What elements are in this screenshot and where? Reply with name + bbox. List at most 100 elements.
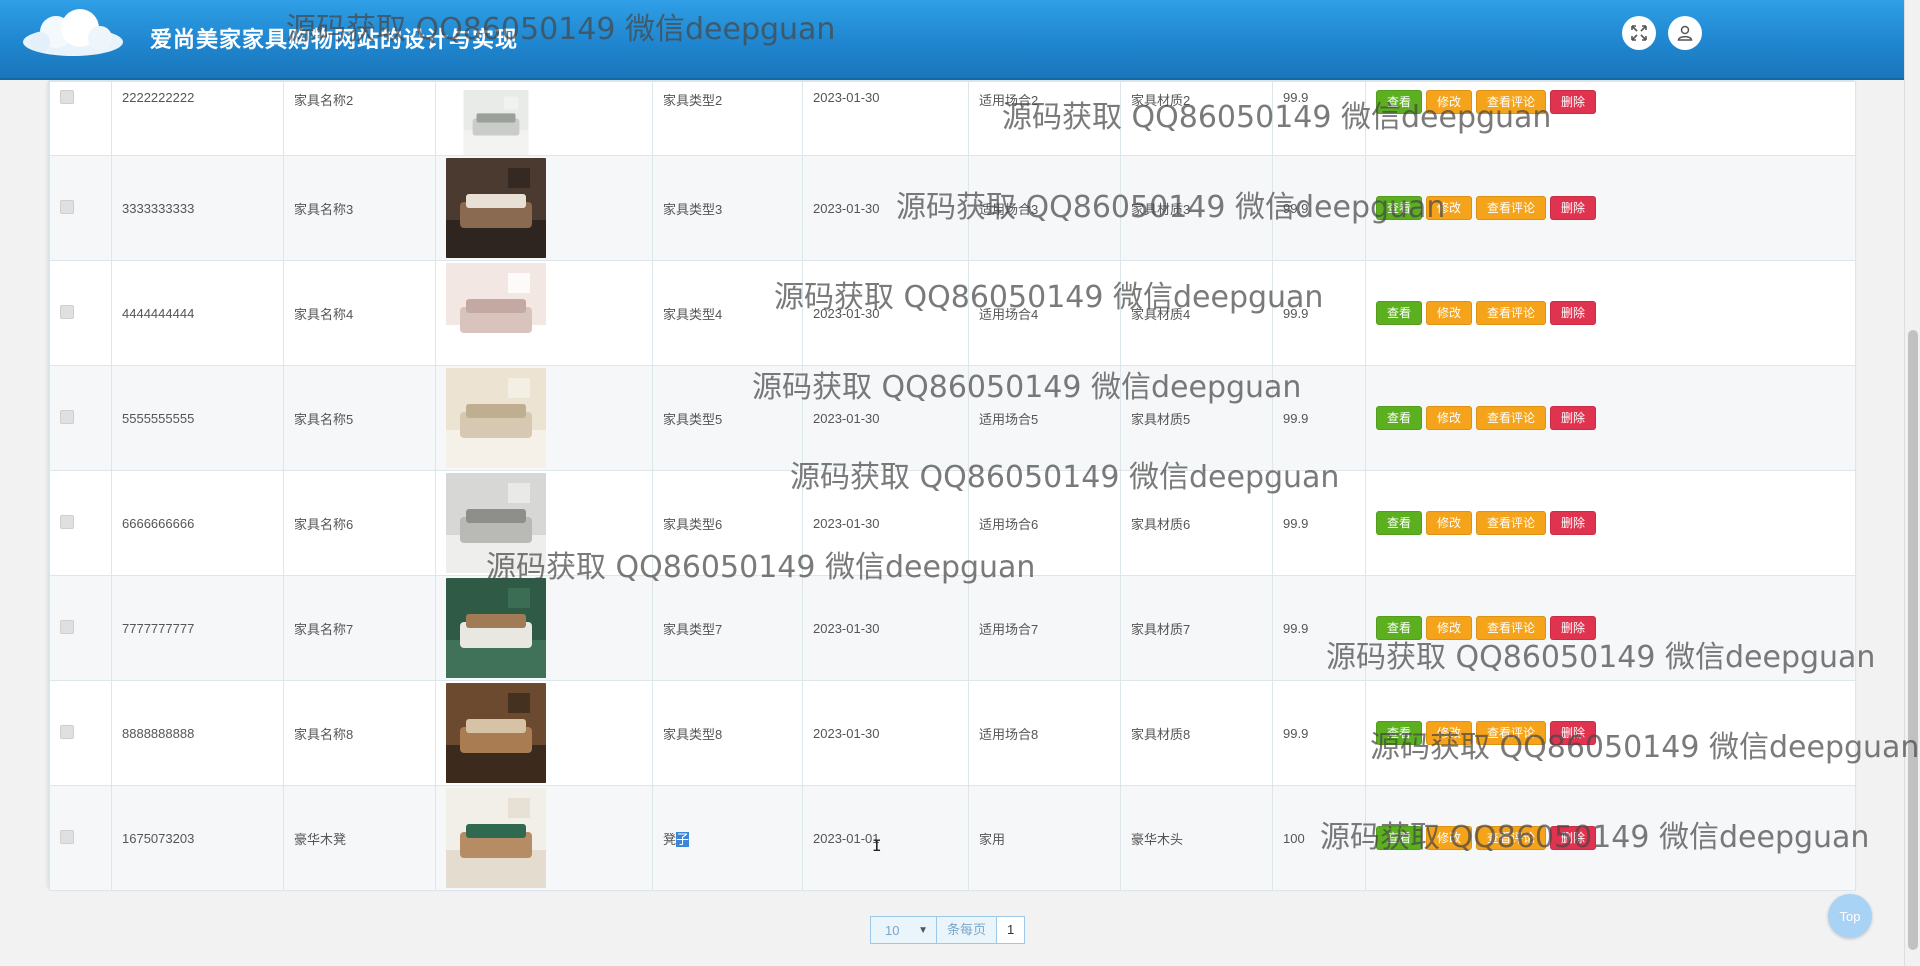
delete-button[interactable]: 删除	[1550, 301, 1597, 325]
actions-cell: 查看 修改 查看评论 删除	[1365, 680, 1856, 786]
row-checkbox[interactable]	[60, 829, 74, 844]
page-size-select[interactable]: 10 ▼	[871, 917, 937, 943]
name-cell: 家具名称2	[283, 81, 436, 156]
material-cell: 家具材质7	[1120, 575, 1273, 681]
pagination: 10 ▼ 条每页 1	[870, 916, 1026, 944]
edit-button[interactable]: 修改	[1426, 826, 1473, 850]
back-to-top-button[interactable]: Top	[1828, 894, 1872, 938]
scene-cell: 适用场合2	[968, 81, 1121, 156]
row-checkbox-cell	[49, 81, 112, 156]
view-button[interactable]: 查看	[1376, 90, 1423, 114]
date-cell: 2023-01-30	[802, 365, 969, 471]
furniture-table: 2222222222 家具名称2 家具类型2 2023-01-30 适用场合2 …	[48, 80, 1856, 891]
view-button[interactable]: 查看	[1376, 721, 1423, 745]
view-button[interactable]: 查看	[1376, 826, 1423, 850]
row-checkbox[interactable]	[60, 409, 74, 424]
date-cell: 2023-01-30	[802, 155, 969, 261]
image-cell	[435, 155, 653, 261]
price-cell: 100	[1272, 785, 1366, 891]
scene-cell: 适用场合5	[968, 365, 1121, 471]
view-reviews-button[interactable]: 查看评论	[1476, 616, 1547, 640]
price-cell: 99.9	[1272, 260, 1366, 366]
type-text: 凳	[663, 831, 677, 847]
page-number[interactable]: 1	[996, 917, 1025, 943]
delete-button[interactable]: 删除	[1550, 90, 1597, 114]
row-checkbox[interactable]	[60, 199, 74, 214]
view-reviews-button[interactable]: 查看评论	[1476, 90, 1547, 114]
row-checkbox-cell	[49, 680, 112, 786]
furniture-image[interactable]	[446, 90, 546, 155]
delete-button[interactable]: 删除	[1550, 511, 1597, 535]
delete-button[interactable]: 删除	[1550, 721, 1597, 745]
delete-button[interactable]: 删除	[1550, 616, 1597, 640]
price-cell: 99.9	[1272, 575, 1366, 681]
name-cell: 家具名称4	[283, 260, 436, 366]
view-reviews-button[interactable]: 查看评论	[1476, 406, 1547, 430]
furniture-image[interactable]	[446, 473, 546, 573]
name-cell: 家具名称5	[283, 365, 436, 471]
material-cell: 家具材质5	[1120, 365, 1273, 471]
price-cell: 99.9	[1272, 470, 1366, 576]
view-reviews-button[interactable]: 查看评论	[1476, 511, 1547, 535]
table-row: 5555555555 家具名称5 家具类型5 2023-01-30 适用场合5 …	[49, 365, 1856, 471]
view-button[interactable]: 查看	[1376, 511, 1423, 535]
fullscreen-button[interactable]	[1622, 16, 1656, 50]
type-cell: 家具类型7	[652, 575, 803, 681]
material-cell: 家具材质4	[1120, 260, 1273, 366]
edit-button[interactable]: 修改	[1426, 406, 1473, 430]
delete-button[interactable]: 删除	[1550, 826, 1597, 850]
delete-button[interactable]: 删除	[1550, 196, 1597, 220]
app-title: 爱尚美家家具购物网站的设计与实现	[150, 28, 519, 53]
view-reviews-button[interactable]: 查看评论	[1476, 721, 1547, 745]
page-scrollbar[interactable]	[1904, 0, 1920, 966]
scene-cell: 适用场合7	[968, 575, 1121, 681]
type-text: 家具类型8	[663, 726, 723, 742]
view-reviews-button[interactable]: 查看评论	[1476, 301, 1547, 325]
name-cell: 家具名称6	[283, 470, 436, 576]
edit-button[interactable]: 修改	[1426, 301, 1473, 325]
furniture-image[interactable]	[446, 683, 546, 783]
id-cell: 4444444444	[111, 260, 284, 366]
row-checkbox[interactable]	[60, 619, 74, 634]
edit-button[interactable]: 修改	[1426, 721, 1473, 745]
furniture-image[interactable]	[446, 788, 546, 888]
row-checkbox[interactable]	[60, 90, 74, 104]
row-checkbox-cell	[49, 260, 112, 366]
user-button[interactable]	[1668, 16, 1702, 50]
furniture-image[interactable]	[446, 158, 546, 258]
image-cell	[435, 785, 653, 891]
user-icon	[1677, 25, 1693, 41]
page-size-value: 10	[885, 922, 900, 938]
id-cell: 6666666666	[111, 470, 284, 576]
row-checkbox[interactable]	[60, 724, 74, 739]
view-reviews-button[interactable]: 查看评论	[1476, 196, 1547, 220]
row-checkbox[interactable]	[60, 514, 74, 529]
furniture-image[interactable]	[446, 578, 546, 678]
image-cell	[435, 81, 653, 156]
table-row: 8888888888 家具名称8 家具类型8 2023-01-30 适用场合8 …	[49, 680, 1856, 786]
edit-button[interactable]: 修改	[1426, 90, 1473, 114]
edit-button[interactable]: 修改	[1426, 511, 1473, 535]
edit-button[interactable]: 修改	[1426, 616, 1473, 640]
row-checkbox-cell	[49, 470, 112, 576]
view-button[interactable]: 查看	[1376, 616, 1423, 640]
view-reviews-button[interactable]: 查看评论	[1476, 826, 1547, 850]
scrollbar-thumb[interactable]	[1908, 330, 1918, 950]
type-text: 家具类型4	[663, 306, 723, 322]
date-cell: 2023-01-30	[802, 260, 969, 366]
type-text: 家具类型2	[663, 93, 723, 108]
furniture-image[interactable]	[446, 263, 546, 363]
delete-button[interactable]: 删除	[1550, 406, 1597, 430]
view-button[interactable]: 查看	[1376, 406, 1423, 430]
view-button[interactable]: 查看	[1376, 301, 1423, 325]
row-checkbox[interactable]	[60, 304, 74, 319]
image-cell	[435, 470, 653, 576]
view-button[interactable]: 查看	[1376, 196, 1423, 220]
name-cell: 家具名称3	[283, 155, 436, 261]
actions-cell: 查看 修改 查看评论 删除	[1365, 785, 1856, 891]
expand-icon	[1631, 25, 1647, 41]
name-cell: 豪华木凳	[283, 785, 436, 891]
cloud-logo-icon	[23, 9, 123, 56]
furniture-image[interactable]	[446, 368, 546, 468]
edit-button[interactable]: 修改	[1426, 196, 1473, 220]
